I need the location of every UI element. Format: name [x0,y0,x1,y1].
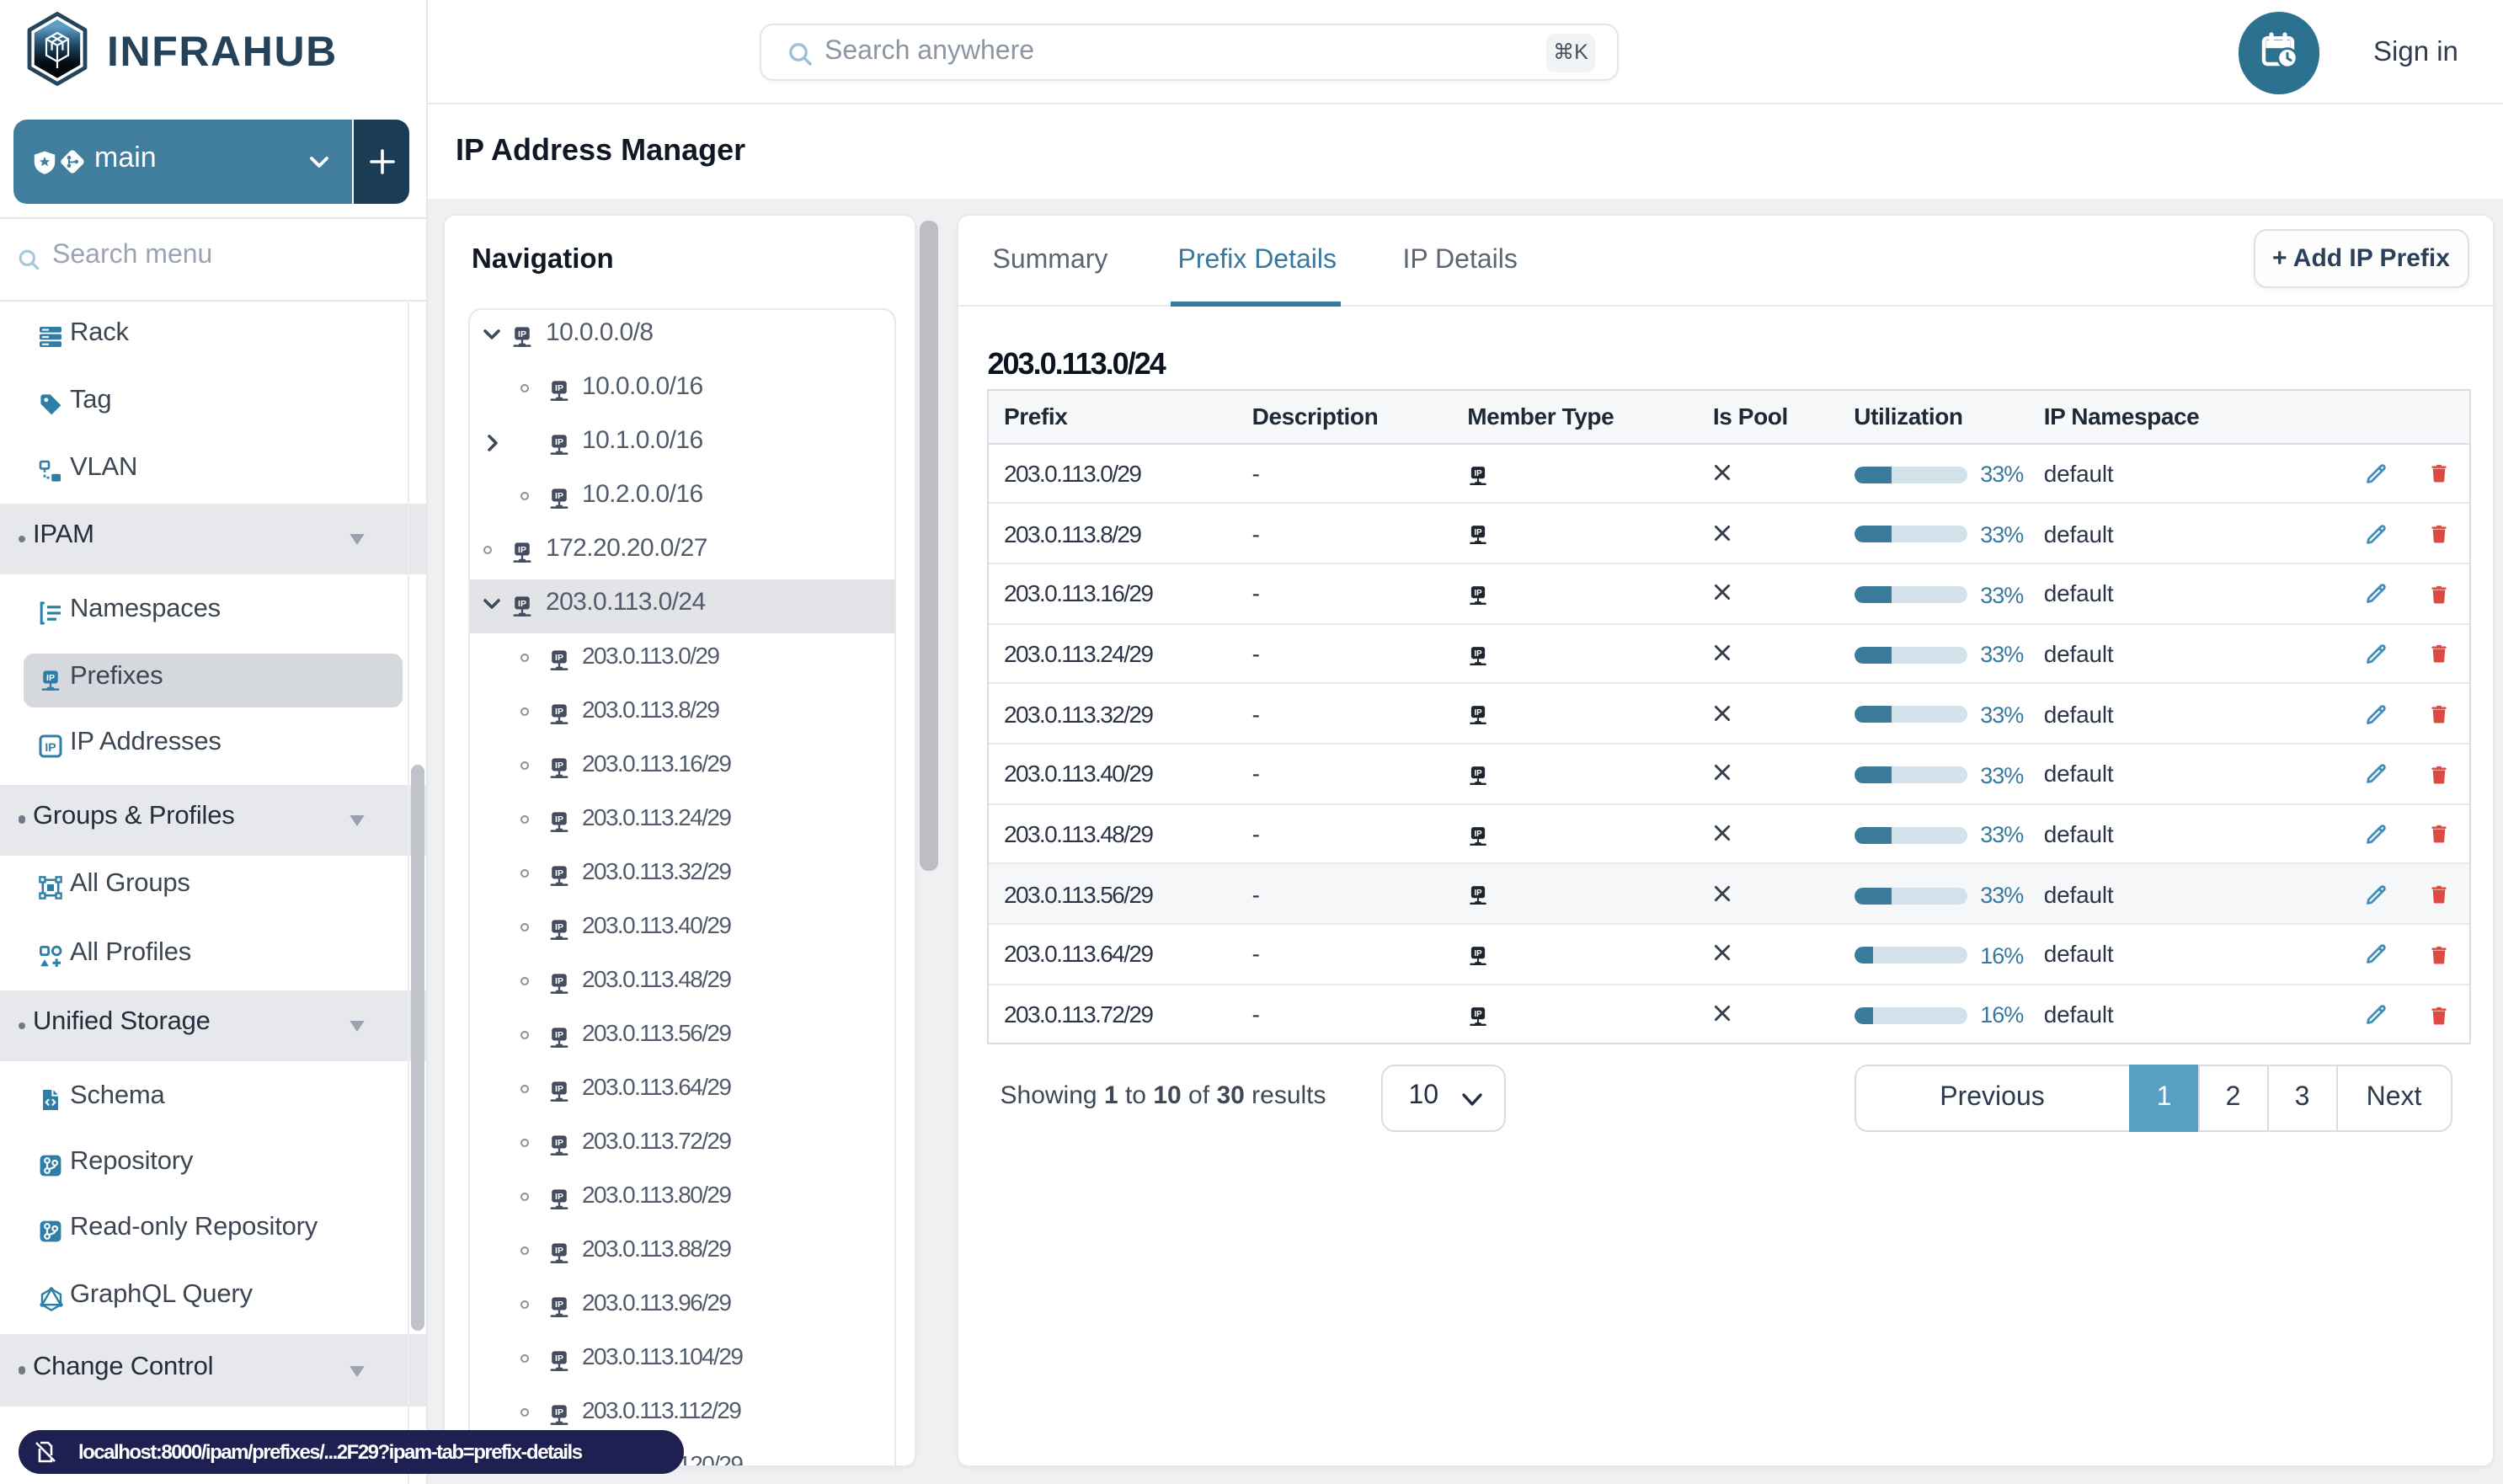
svg-text:IP: IP [1475,589,1483,598]
svg-text:IP: IP [517,328,526,339]
svg-text:IP: IP [1475,709,1483,718]
svg-text:IP: IP [1475,769,1483,778]
svg-text:IP: IP [555,1245,563,1255]
svg-text:IP: IP [555,1137,563,1147]
svg-text:IP: IP [555,921,563,932]
svg-text:IP: IP [555,1407,563,1417]
svg-text:IP: IP [555,867,563,878]
svg-text:IP: IP [555,760,563,770]
svg-text:IP: IP [44,739,55,753]
svg-text:IP: IP [555,1353,563,1363]
svg-text:IP: IP [1475,830,1483,839]
svg-text:IP: IP [555,1299,563,1309]
svg-text:IP: IP [1475,529,1483,538]
svg-text:IP: IP [555,490,563,500]
svg-text:IP: IP [555,1191,563,1201]
svg-text:IP: IP [555,382,563,392]
svg-text:IP: IP [1475,649,1483,658]
svg-text:IP: IP [517,544,526,554]
svg-text:IP: IP [517,598,526,608]
svg-text:IP: IP [1475,889,1483,899]
svg-text:IP: IP [555,706,563,716]
svg-text:IP: IP [1475,468,1483,478]
svg-text:IP: IP [555,814,563,824]
svg-text:IP: IP [1475,949,1483,958]
svg-text:IP: IP [1475,1010,1483,1019]
svg-text:IP: IP [555,1083,563,1093]
svg-text:IP: IP [45,673,54,683]
svg-text:IP: IP [555,1029,563,1039]
svg-text:IP: IP [555,975,563,985]
svg-text:IP: IP [555,652,563,662]
svg-text:IP: IP [555,436,563,446]
